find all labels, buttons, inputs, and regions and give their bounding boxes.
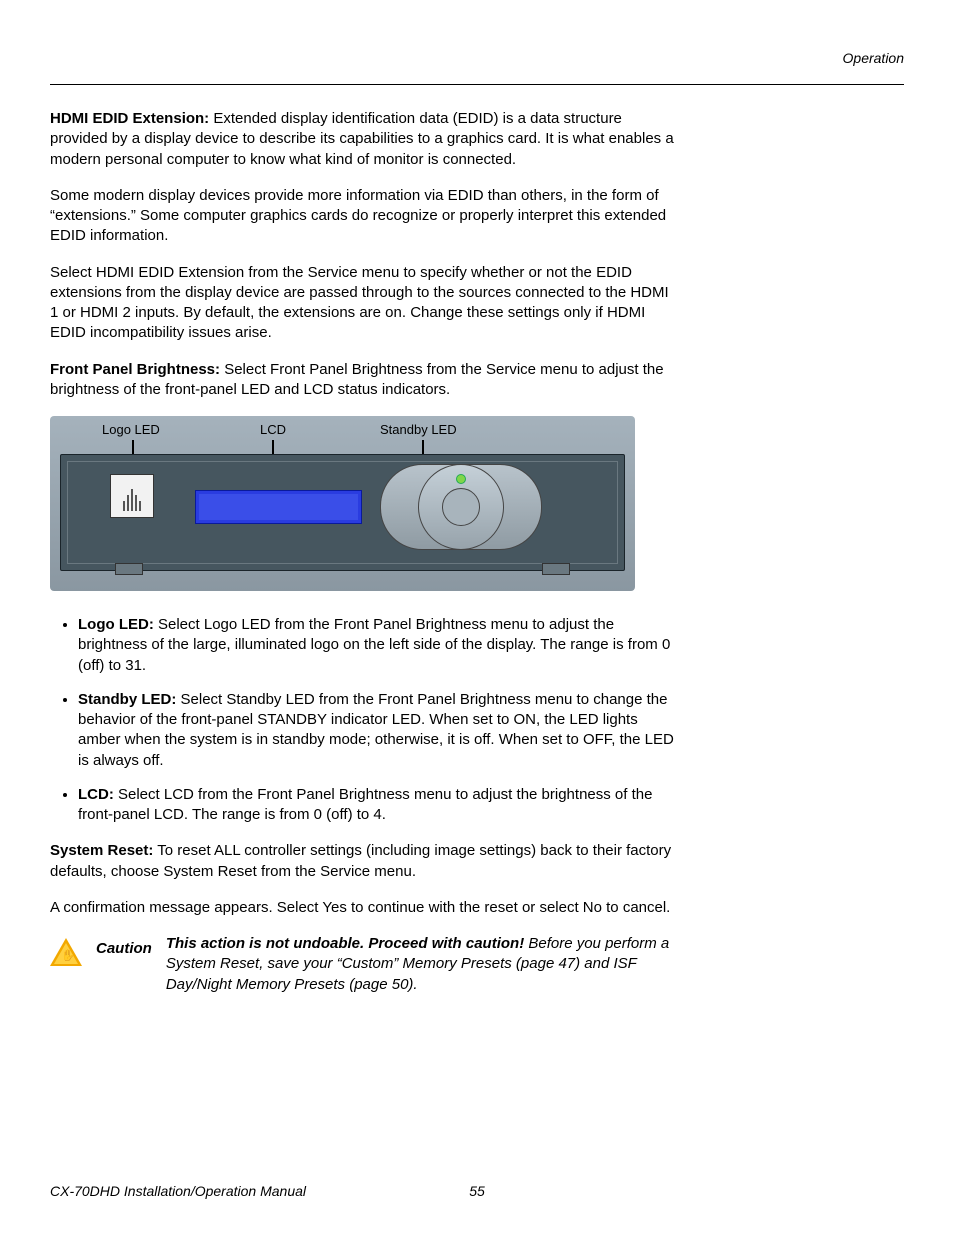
system-reset-lead: System Reset: xyxy=(50,842,153,859)
diagram-label-standby: Standby LED xyxy=(380,422,457,437)
bullet-standby-led-lead: Standby LED: xyxy=(78,691,176,708)
footer-title: CX-70DHD Installation/Operation Manual xyxy=(50,1183,306,1199)
footer-page-number: 55 xyxy=(469,1183,485,1199)
paragraph-hdmi-edid: HDMI EDID Extension: Extended display id… xyxy=(50,109,680,170)
caution-text: This action is not undoable. Proceed wit… xyxy=(166,934,690,995)
control-knob-icon xyxy=(380,442,540,570)
section-header: Operation xyxy=(50,50,904,66)
caution-block: ✋ Caution This action is not undoable. P… xyxy=(50,934,690,995)
paragraph-system-reset: System Reset: To reset ALL controller se… xyxy=(50,841,680,882)
paragraph-confirmation: A confirmation message appears. Select Y… xyxy=(50,898,680,918)
logo-led-icon xyxy=(110,474,154,518)
caution-icon: ✋ xyxy=(50,938,82,966)
hdmi-edid-lead: HDMI EDID Extension: xyxy=(50,110,209,127)
lcd-icon xyxy=(195,490,362,524)
caution-lead: This action is not undoable. Proceed wit… xyxy=(166,935,524,952)
diagram-label-logo: Logo LED xyxy=(102,422,160,437)
paragraph-edid-extensions: Some modern display devices provide more… xyxy=(50,186,680,247)
paragraph-edid-select: Select HDMI EDID Extension from the Serv… xyxy=(50,263,680,344)
page-footer: CX-70DHD Installation/Operation Manual 5… xyxy=(50,1183,904,1199)
paragraph-front-panel-brightness: Front Panel Brightness: Select Front Pan… xyxy=(50,360,680,401)
bullet-lcd: LCD: Select LCD from the Front Panel Bri… xyxy=(78,785,680,826)
slot-left xyxy=(115,563,143,575)
diagram-label-lcd: LCD xyxy=(260,422,286,437)
front-panel-diagram: Logo LED LCD Standby LED xyxy=(50,416,635,591)
slot-right xyxy=(542,563,570,575)
bullet-logo-led-body: Select Logo LED from the Front Panel Bri… xyxy=(78,616,670,674)
fpb-lead: Front Panel Brightness: xyxy=(50,361,220,378)
bullet-lcd-lead: LCD: xyxy=(78,786,114,803)
body-content: HDMI EDID Extension: Extended display id… xyxy=(50,109,680,995)
caution-label: Caution xyxy=(96,940,152,957)
brightness-bullet-list: Logo LED: Select Logo LED from the Front… xyxy=(50,615,680,825)
bullet-logo-led: Logo LED: Select Logo LED from the Front… xyxy=(78,615,680,676)
bullet-lcd-body: Select LCD from the Front Panel Brightne… xyxy=(78,786,652,823)
bullet-standby-led: Standby LED: Select Standby LED from the… xyxy=(78,690,680,771)
header-rule xyxy=(50,84,904,85)
bullet-logo-led-lead: Logo LED: xyxy=(78,616,154,633)
